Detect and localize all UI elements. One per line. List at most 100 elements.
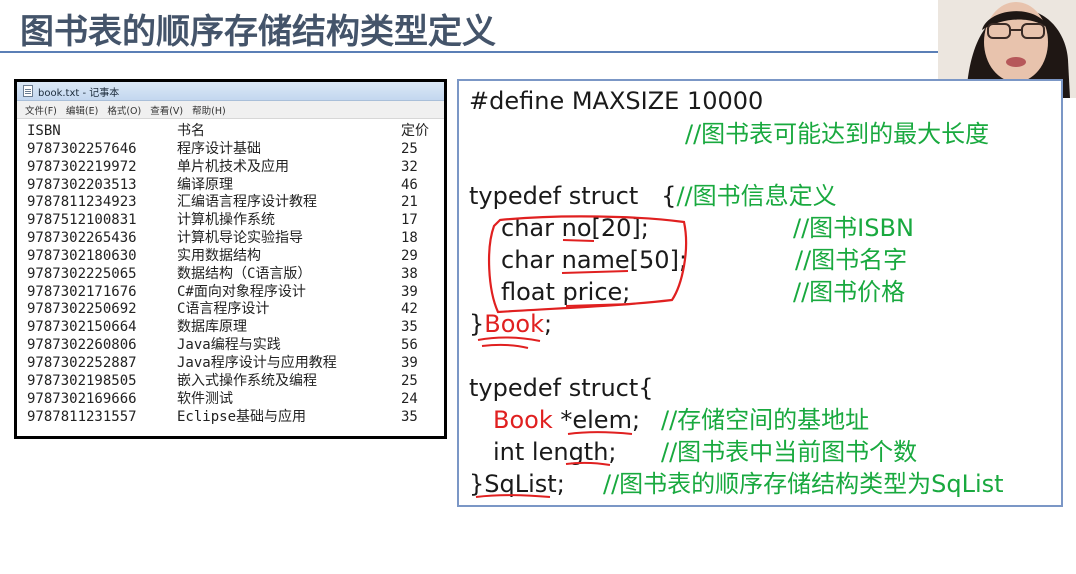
- title-divider: [0, 51, 940, 53]
- row-price: 29: [401, 247, 418, 264]
- row-isbn: 9787512100831: [27, 212, 137, 229]
- row-price: 21: [401, 194, 418, 211]
- code-field-price: float price;: [501, 278, 631, 306]
- code-struct1-close: }Book;: [469, 310, 553, 338]
- code-struct1-comment: //图书信息定义: [676, 182, 837, 210]
- table-header-row: ISBN 书名 定价: [27, 123, 444, 141]
- row-title: Java编程与实践: [177, 337, 281, 354]
- code-field-elem: Book *elem;: [493, 406, 641, 434]
- column-header-price: 定价: [401, 123, 429, 139]
- row-price: 38: [401, 265, 418, 282]
- menu-view[interactable]: 查看(V): [150, 103, 183, 117]
- row-title: 数据结构（C语言版）: [177, 265, 312, 282]
- row-price: 35: [401, 408, 418, 425]
- row-title: 实用数据结构: [177, 247, 261, 264]
- table-row: 9787811234923 汇编语言程序设计教程 21: [27, 194, 444, 212]
- row-title: C#面向对象程序设计: [177, 283, 306, 300]
- row-isbn: 9787302260806: [27, 337, 137, 354]
- row-isbn: 9787302198505: [27, 372, 137, 389]
- row-price: 25: [401, 372, 418, 389]
- code-struct2-open: typedef struct{: [469, 374, 654, 402]
- row-isbn: 9787302265436: [27, 230, 137, 247]
- menu-file[interactable]: 文件(F): [25, 103, 57, 117]
- book-type-highlight: Book: [493, 406, 553, 434]
- table-row: 9787302198505 嵌入式操作系统及编程 25: [27, 373, 444, 391]
- row-title: 计算机导论实验指导: [177, 230, 303, 247]
- table-row: 9787302260806 Java编程与实践 56: [27, 337, 444, 355]
- row-price: 32: [401, 158, 418, 175]
- code-define: #define MAXSIZE 10000: [469, 87, 764, 115]
- row-isbn: 9787302250692: [27, 301, 137, 318]
- code-define-line: #define MAXSIZE 10000: [469, 86, 763, 116]
- row-price: 42: [401, 301, 418, 318]
- row-title: Java程序设计与应用教程: [177, 354, 337, 371]
- row-title: 编译原理: [177, 176, 233, 193]
- row-isbn: 9787302180630: [27, 247, 137, 264]
- table-row: 9787302203513 编译原理 46: [27, 177, 444, 195]
- row-isbn: 9787302150664: [27, 319, 137, 336]
- row-title: 程序设计基础: [177, 140, 261, 157]
- row-title: 软件测试: [177, 390, 233, 407]
- row-title: 汇编语言程序设计教程: [177, 194, 317, 211]
- code-panel: #define MAXSIZE 10000 //图书表可能达到的最大长度 typ…: [457, 79, 1063, 507]
- table-row: 9787302252887 Java程序设计与应用教程 39: [27, 355, 444, 373]
- row-price: 24: [401, 390, 418, 407]
- row-isbn: 9787811234923: [27, 194, 137, 211]
- row-price: 25: [401, 140, 418, 157]
- code-struct1-open-line: typedef struct {//图书信息定义: [469, 181, 837, 211]
- menu-format[interactable]: 格式(O): [107, 103, 141, 117]
- row-isbn: 9787302257646: [27, 140, 137, 157]
- row-title: C语言程序设计: [177, 301, 270, 318]
- table-row: 9787302219972 单片机技术及应用 32: [27, 159, 444, 177]
- column-header-isbn: ISBN: [27, 123, 61, 139]
- row-isbn: 9787811231557: [27, 408, 137, 425]
- table-row: 9787302225065 数据结构（C语言版） 38: [27, 266, 444, 284]
- row-price: 18: [401, 230, 418, 247]
- row-title: Eclipse基础与应用: [177, 408, 307, 425]
- code-struct2-close-comment: //图书表的顺序存储结构类型为SqList: [603, 470, 1004, 498]
- code-field-name: char name[50];: [501, 246, 688, 274]
- row-price: 39: [401, 283, 418, 300]
- row-isbn: 9787302169666: [27, 390, 137, 407]
- column-header-title: 书名: [177, 123, 205, 139]
- row-title: 嵌入式操作系统及编程: [177, 372, 317, 389]
- code-field-length: int length;: [493, 438, 617, 466]
- notepad-title: book.txt - 记事本: [38, 87, 120, 99]
- row-isbn: 9787302203513: [27, 176, 137, 193]
- row-price: 17: [401, 212, 418, 229]
- table-row: 9787302171676 C#面向对象程序设计 39: [27, 284, 444, 302]
- book-rows: 9787302257646 程序设计基础 25 9787302219972 单片机技术及…: [27, 141, 444, 427]
- document-icon: [23, 85, 33, 97]
- code-field-no-comment: //图书ISBN: [793, 214, 914, 242]
- code-field-no: char no[20];: [501, 214, 649, 242]
- table-row: 9787512100831 计算机操作系统 17: [27, 212, 444, 230]
- row-title: 单片机技术及应用: [177, 158, 289, 175]
- slide-title: 图书表的顺序存储结构类型定义: [20, 12, 496, 52]
- row-isbn: 9787302219972: [27, 158, 137, 175]
- book-type-highlight: Book: [484, 310, 545, 338]
- notepad-titlebar[interactable]: book.txt - 记事本: [17, 82, 444, 101]
- code-struct1-open: typedef struct {: [469, 182, 677, 210]
- notepad-menubar: 文件(F) 编辑(E) 格式(O) 查看(V) 帮助(H): [17, 101, 444, 119]
- row-title: 计算机操作系统: [177, 212, 275, 229]
- code-struct2-close: }SqList;: [469, 470, 565, 498]
- menu-edit[interactable]: 编辑(E): [66, 103, 98, 117]
- code-field-length-comment: //图书表中当前图书个数: [661, 438, 918, 466]
- notepad-text-area[interactable]: ISBN 书名 定价 9787302257646 程序设计基础 25 97873022…: [17, 119, 444, 426]
- table-row: 9787302257646 程序设计基础 25: [27, 141, 444, 159]
- row-price: 56: [401, 337, 418, 354]
- table-row: 9787811231557 Eclipse基础与应用 35: [27, 409, 444, 427]
- code-field-name-comment: //图书名字: [795, 246, 908, 274]
- row-isbn: 9787302225065: [27, 265, 137, 282]
- table-row: 9787302265436 计算机导论实验指导 18: [27, 230, 444, 248]
- row-price: 46: [401, 176, 418, 193]
- row-price: 35: [401, 319, 418, 336]
- row-isbn: 9787302171676: [27, 283, 137, 300]
- table-row: 9787302150664 数据库原理 35: [27, 319, 444, 337]
- table-row: 9787302180630 实用数据结构 29: [27, 248, 444, 266]
- notepad-window: book.txt - 记事本 文件(F) 编辑(E) 格式(O) 查看(V) 帮…: [14, 79, 447, 439]
- row-isbn: 9787302252887: [27, 354, 137, 371]
- code-field-price-comment: //图书价格: [793, 278, 906, 306]
- table-row: 9787302169666 软件测试 24: [27, 391, 444, 409]
- menu-help[interactable]: 帮助(H): [192, 103, 226, 117]
